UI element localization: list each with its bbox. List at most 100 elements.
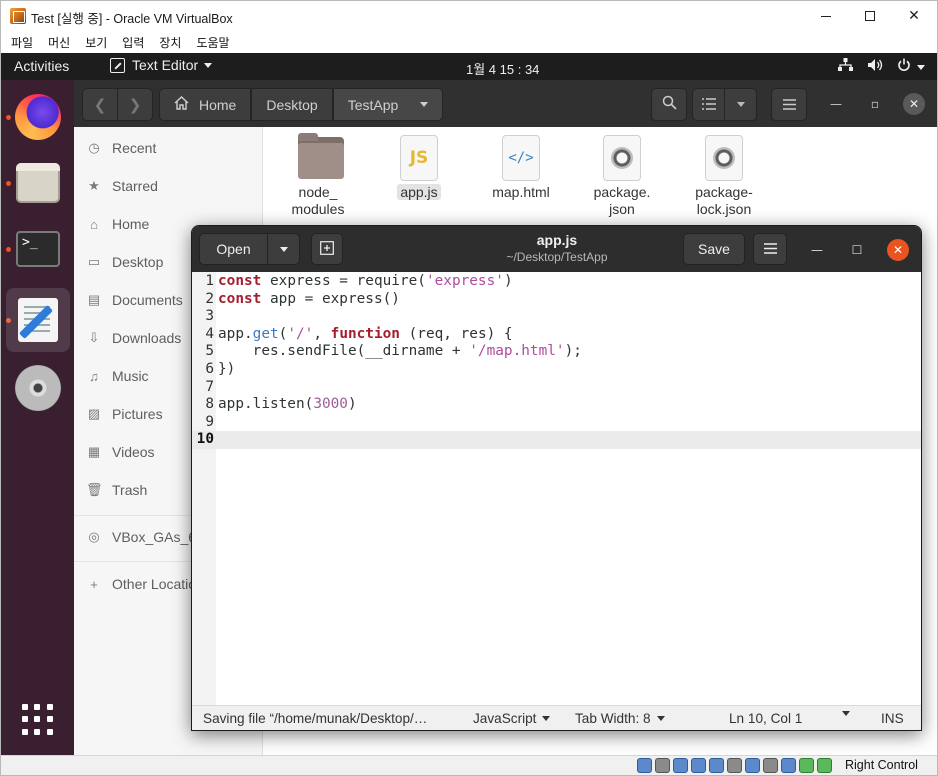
- language-selector[interactable]: JavaScript: [473, 711, 551, 726]
- code-line[interactable]: 3: [192, 308, 921, 326]
- menu-input[interactable]: 입력: [122, 34, 144, 51]
- close-button[interactable]: ✕: [891, 1, 937, 31]
- code-line[interactable]: 7: [192, 379, 921, 397]
- code-line[interactable]: 1 const express = require('express'): [192, 273, 921, 291]
- code-editor[interactable]: 1 const express = require('express') 2 cons…: [192, 272, 921, 705]
- maximize-button[interactable]: [847, 1, 893, 31]
- documents-icon: ▤: [87, 292, 101, 307]
- sidebar-item-label: Documents: [112, 292, 183, 308]
- pictures-icon: ▨: [87, 406, 101, 421]
- forward-button[interactable]: ❯: [117, 88, 153, 121]
- file-item-package-json[interactable]: package. json: [577, 135, 667, 218]
- usb-icon[interactable]: [709, 758, 724, 773]
- code-line[interactable]: 5 res.sendFile(__dirname + '/map.html');: [192, 343, 921, 361]
- app-menu[interactable]: Text Editor: [110, 57, 213, 73]
- menu-devices[interactable]: 장치: [159, 34, 181, 51]
- code-token: const: [218, 290, 262, 307]
- code-line[interactable]: 8 app.listen(3000): [192, 396, 921, 414]
- dock-cd-drive[interactable]: [6, 356, 70, 420]
- code-line-current[interactable]: 10: [192, 431, 921, 449]
- caret-down-icon: [842, 711, 850, 716]
- home-icon: ⌂: [90, 216, 98, 232]
- open-button[interactable]: Open: [199, 233, 268, 265]
- display-icon[interactable]: [745, 758, 760, 773]
- editor-maximize-button[interactable]: ☐: [846, 239, 868, 261]
- document-title: app.js: [536, 232, 578, 248]
- editor-menu-button[interactable]: [753, 233, 787, 265]
- minimize-button[interactable]: [803, 1, 849, 31]
- new-tab-button[interactable]: [311, 233, 343, 265]
- activities-button[interactable]: Activities: [14, 58, 69, 74]
- list-view-button[interactable]: [692, 88, 725, 121]
- virtualbox-window: Test [실행 중] - Oracle VM VirtualBox ✕ 파일 …: [0, 0, 938, 776]
- back-button[interactable]: ❮: [82, 88, 118, 121]
- music-icon: ♫: [89, 368, 99, 384]
- dock-files[interactable]: [6, 151, 70, 215]
- clock[interactable]: 1월 4 15 : 34: [466, 59, 539, 78]
- goto-line-dropdown[interactable]: [842, 711, 850, 716]
- open-recent-button[interactable]: [267, 233, 300, 265]
- line-number: 2: [205, 290, 214, 307]
- network-icon[interactable]: [691, 758, 706, 773]
- hamburger-icon: [782, 96, 796, 114]
- system-tray[interactable]: [838, 58, 925, 76]
- menu-file[interactable]: 파일: [11, 34, 33, 51]
- cursor-position[interactable]: Ln 10, Col 1: [729, 711, 802, 726]
- menu-help[interactable]: 도움말: [196, 34, 229, 51]
- text-editor-window: Open app.js ~/Desktop/TestApp Save — ☐ ✕…: [191, 225, 922, 731]
- minimize-icon: —: [811, 243, 823, 257]
- menu-view[interactable]: 보기: [85, 34, 107, 51]
- shared-folders-icon[interactable]: [727, 758, 742, 773]
- code-text: res.sendFile(__dirname + '/map.html');: [218, 343, 582, 361]
- dock-terminal[interactable]: >_: [6, 217, 70, 281]
- search-button[interactable]: [651, 88, 687, 121]
- optical-drive-icon[interactable]: [655, 758, 670, 773]
- code-line[interactable]: 2 const app = express(): [192, 291, 921, 309]
- recording-icon[interactable]: [763, 758, 778, 773]
- code-line[interactable]: 4 app.get('/', function (req, res) {: [192, 326, 921, 344]
- sidebar-item-recent[interactable]: ◷ Recent: [86, 133, 261, 163]
- vbox-window-title: Test [실행 중] - Oracle VM VirtualBox: [31, 12, 233, 26]
- insert-mode-indicator[interactable]: INS: [881, 711, 904, 726]
- editor-close-button[interactable]: ✕: [887, 239, 909, 261]
- breadcrumb-desktop[interactable]: Desktop: [251, 88, 333, 121]
- show-applications-button[interactable]: [6, 688, 70, 752]
- html-file-icon: </>: [502, 135, 540, 181]
- minimize-icon: —: [830, 97, 842, 111]
- gnome-top-bar: Activities Text Editor 1월 4 15 : 34: [1, 53, 937, 80]
- file-label: package-lock.json: [695, 184, 753, 217]
- code-token: 'express': [425, 273, 504, 289]
- caret-down-icon: [917, 64, 925, 70]
- code-line[interactable]: 9: [192, 414, 921, 432]
- file-item-app-js[interactable]: JS app.js: [374, 135, 464, 201]
- file-item-package-lock-json[interactable]: package-lock.json: [679, 135, 769, 218]
- sidebar-item-starred[interactable]: ★ Starred: [86, 171, 261, 201]
- mouse-integration-icon[interactable]: [799, 758, 814, 773]
- audio-icon[interactable]: [673, 758, 688, 773]
- breadcrumb-home[interactable]: Home: [159, 88, 252, 121]
- line-number: 8: [205, 396, 214, 413]
- keyboard-icon[interactable]: [817, 758, 832, 773]
- files-menu-button[interactable]: [771, 88, 807, 121]
- code-token: app.: [218, 325, 253, 342]
- cpu-icon[interactable]: [781, 758, 796, 773]
- files-close-button[interactable]: ✕: [903, 93, 925, 115]
- dock-firefox[interactable]: [6, 85, 70, 149]
- view-options-button[interactable]: [724, 88, 757, 121]
- file-item-node-modules[interactable]: node_ modules: [273, 133, 363, 218]
- desktop-icon: ▭: [87, 254, 101, 269]
- files-minimize-button[interactable]: —: [824, 92, 848, 116]
- minimize-icon: [821, 15, 831, 17]
- file-item-map-html[interactable]: </> map.html: [476, 135, 566, 201]
- code-line[interactable]: 6}): [192, 361, 921, 379]
- hard-disk-icon[interactable]: [637, 758, 652, 773]
- sidebar-item-label: Home: [112, 216, 150, 232]
- code-token: ): [347, 396, 357, 413]
- save-button[interactable]: Save: [683, 233, 745, 265]
- tab-width-selector[interactable]: Tab Width: 8: [575, 711, 665, 726]
- breadcrumb-testapp[interactable]: TestApp: [332, 88, 444, 121]
- dock-text-editor[interactable]: [6, 288, 70, 352]
- editor-minimize-button[interactable]: —: [806, 239, 828, 261]
- files-restore-button[interactable]: ▫: [863, 92, 887, 116]
- menu-machine[interactable]: 머신: [48, 34, 70, 51]
